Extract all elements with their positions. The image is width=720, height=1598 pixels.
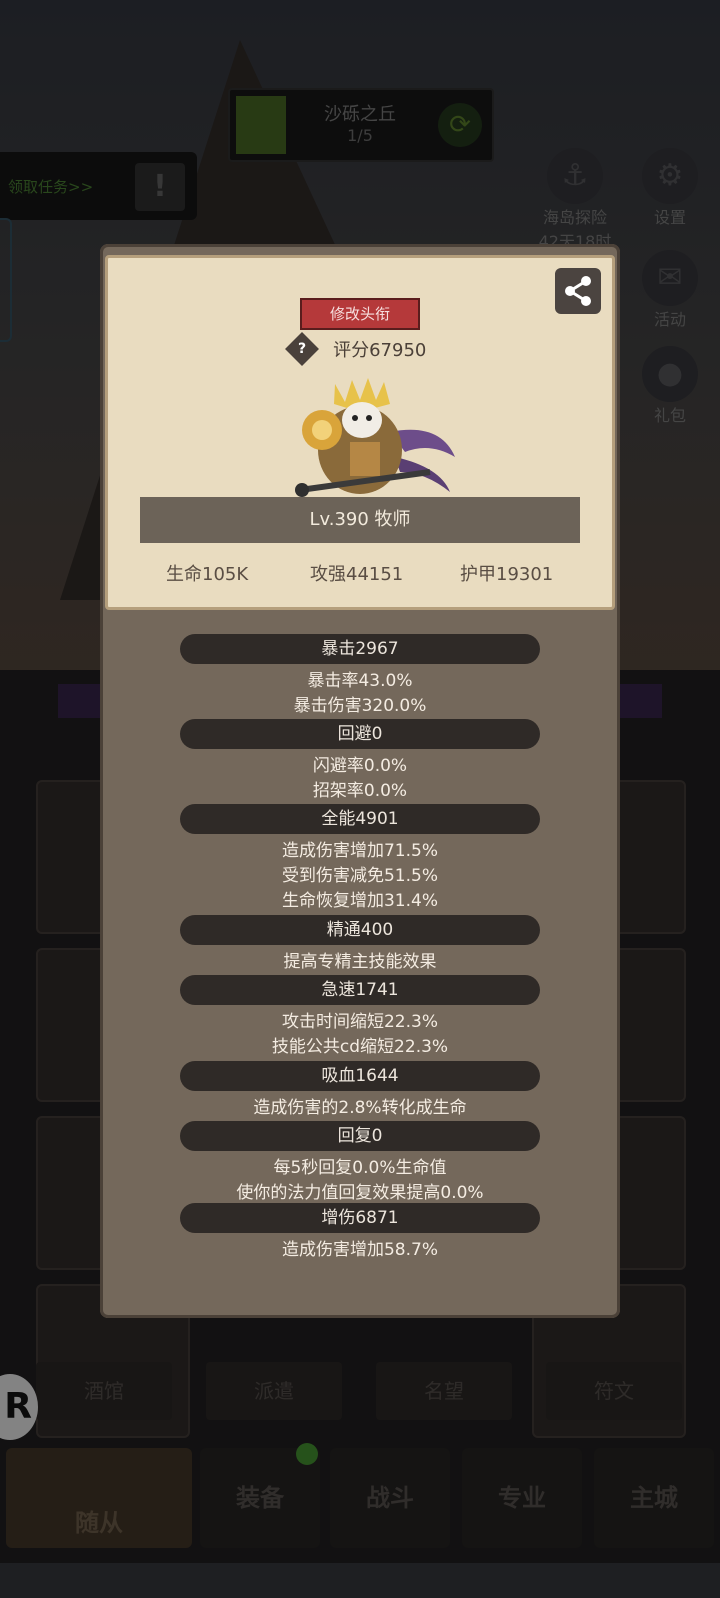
stat-header-evade: 回避0: [180, 719, 540, 749]
stat-header-versatility: 全能4901: [180, 804, 540, 834]
score-value: 评分67950: [333, 340, 427, 361]
share-button[interactable]: [555, 268, 601, 314]
score-row: ? 评分67950: [285, 332, 427, 366]
attack-stat: 攻强44151: [310, 564, 404, 585]
armor-stat: 护甲19301: [460, 564, 554, 585]
stat-line: 使你的法力值回复效果提高0.0%: [236, 1183, 484, 1203]
stat-header-damage-bonus: 增伤6871: [180, 1203, 540, 1233]
stat-line: 受到伤害减免51.5%: [281, 866, 438, 886]
hero-portrait: [295, 378, 455, 497]
stat-header-leech: 吸血1644: [180, 1061, 540, 1091]
stat-line: 提高专精主技能效果: [283, 952, 437, 972]
stat-header-crit: 暴击2967: [180, 634, 540, 664]
stat-line: 每5秒回复0.0%生命值: [273, 1158, 447, 1178]
stat-line: 招架率0.0%: [312, 781, 408, 801]
stat-line: 造成伤害的2.8%转化成生命: [253, 1098, 467, 1118]
stat-line: 闪避率0.0%: [312, 756, 408, 776]
hp-stat: 生命105K: [166, 564, 249, 585]
share-icon: [565, 276, 591, 306]
stat-line: 生命恢复增加31.4%: [281, 891, 438, 911]
stat-header-mastery: 精通400: [180, 915, 540, 945]
stat-line: 暴击率43.0%: [307, 671, 413, 691]
stat-line: 暴击伤害320.0%: [293, 696, 427, 716]
stat-line: 技能公共cd缩短22.3%: [271, 1037, 449, 1057]
level-class-bar: Lv.390 牧师: [140, 497, 580, 543]
stat-header-regen: 回复0: [180, 1121, 540, 1151]
help-icon[interactable]: ?: [285, 332, 319, 366]
stat-line: 造成伤害增加71.5%: [281, 841, 438, 861]
change-title-button[interactable]: 修改头衔: [300, 298, 420, 330]
stat-line: 攻击时间缩短22.3%: [281, 1012, 438, 1032]
stat-line: 造成伤害增加58.7%: [281, 1240, 438, 1260]
stat-header-haste: 急速1741: [180, 975, 540, 1005]
